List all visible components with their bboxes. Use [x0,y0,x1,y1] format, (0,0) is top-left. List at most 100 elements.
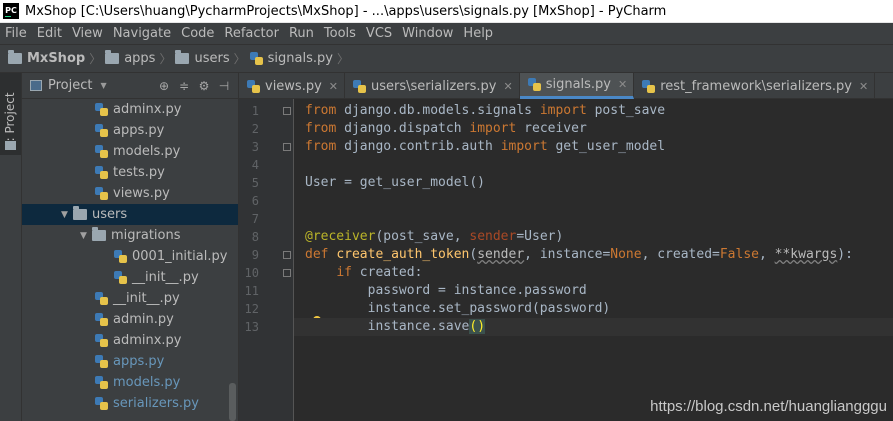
editor-tab-label: views.py [265,78,322,94]
close-icon[interactable]: ✕ [618,78,627,91]
line-number: 3 [251,140,259,154]
tree-file[interactable]: adminx.py [22,330,238,351]
menu-vcs[interactable]: VCS [361,26,397,41]
tree-item-label: users [92,207,128,222]
python-file-icon [114,271,127,284]
editor-tab[interactable]: rest_framework\serializers.py ✕ [634,73,876,99]
fold-marker-icon[interactable] [283,107,291,115]
fold-marker-icon[interactable] [283,251,291,259]
tree-file[interactable]: models.py [22,141,238,162]
project-tree-scrollbar[interactable] [229,383,236,421]
tree-folder[interactable]: ▼ users [22,204,238,225]
breadcrumb-item-project[interactable]: MxShop 〉 [8,50,105,67]
folder-icon [105,50,120,64]
python-file-icon [95,355,108,368]
python-file-icon [527,78,541,91]
breadcrumb-item-apps[interactable]: apps 〉 [105,50,175,67]
tree-item-label: models.py [113,375,181,390]
menu-window[interactable]: Window [397,26,458,41]
python-file-icon [95,145,108,158]
tree-file[interactable]: tests.py [22,162,238,183]
expand-arrow-icon[interactable]: ▼ [80,231,92,241]
menu-run[interactable]: Run [284,26,319,41]
menu-file[interactable]: File [0,26,32,41]
code-token: , created= [641,247,720,262]
line-number: 10 [244,266,259,280]
tree-item-label: models.py [113,144,181,159]
collapse-icon[interactable]: ≑ [174,79,194,93]
menu-view[interactable]: View [67,26,108,41]
project-panel: Project ▼ ⊕ ≑ ⚙ ⊣ adminx.py apps.py models… [22,73,239,421]
code-line: instance.save() [294,318,893,336]
breadcrumb-item-file[interactable]: signals.py 〉 [249,50,353,67]
code-token: import [539,103,595,118]
hide-icon[interactable]: ⊣ [214,79,234,93]
python-file-icon [95,124,108,137]
editor-tab[interactable]: signals.py ✕ [519,73,635,99]
tree-file[interactable]: views.py [22,183,238,204]
code-token: django.dispatch [344,121,470,136]
code-token: sender [469,229,517,244]
python-file-icon [95,313,108,326]
menu-help[interactable]: Help [458,26,498,41]
code-token: User = get_user_model() [305,175,486,190]
code-token: @receiver [305,229,376,244]
menu-refactor[interactable]: Refactor [219,26,284,41]
editor-tab[interactable]: views.py ✕ [239,73,346,99]
python-file-icon [95,397,108,410]
target-icon[interactable]: ⊕ [154,79,174,93]
tree-file[interactable]: adminx.py [22,99,238,120]
close-icon[interactable]: ✕ [859,80,868,93]
tree-folder[interactable]: ▼ migrations [22,225,238,246]
tree-file[interactable]: models.py [22,372,238,393]
menu-tools[interactable]: Tools [319,26,361,41]
project-view-selector[interactable]: Project [48,78,92,93]
tree-file[interactable]: apps.py [22,351,238,372]
chevron-down-icon[interactable]: ▼ [100,81,106,90]
line-number-gutter: 1 2 3 4 5 6 7 8 9 10 11 12 13 [239,99,321,421]
line-number: 12 [244,302,259,316]
python-file-icon [95,376,108,389]
tree-file[interactable]: serializers.py [22,393,238,414]
editor-tab-label: signals.py [545,77,611,92]
line-number: 13 [244,320,259,334]
tree-file[interactable]: __init__.py [22,267,238,288]
menu-edit[interactable]: Edit [32,26,67,41]
python-file-icon [642,79,656,93]
tree-file[interactable]: __init__.py [22,288,238,309]
menu-navigate[interactable]: Navigate [108,26,176,41]
tool-tab-project[interactable]: 1: Project [0,73,21,155]
code-area[interactable]: from django.db.models.signals import pos… [294,99,893,421]
code-token: import [500,139,556,154]
gear-icon[interactable]: ⚙ [194,79,214,93]
folder-icon [175,50,190,64]
tree-item-label: serializers.py [113,396,199,411]
code-line: User = get_user_model() [294,174,893,192]
folder-icon [5,141,16,150]
editor-tab-label: users\serializers.py [371,78,497,94]
breadcrumb-item-users[interactable]: users 〉 [175,50,249,67]
editor-tab[interactable]: users\serializers.py ✕ [345,73,520,99]
code-line: from django.dispatch import receiver [294,120,893,138]
fold-marker-icon[interactable] [283,269,291,277]
close-icon[interactable]: ✕ [503,80,512,93]
folder-icon [73,206,87,220]
code-token: instance.set_password(password) [305,301,611,316]
tree-file[interactable]: 0001_initial.py [22,246,238,267]
tree-file[interactable]: apps.py [22,120,238,141]
expand-arrow-icon[interactable]: ▼ [61,210,73,220]
fold-marker-icon[interactable] [283,143,291,151]
tree-file[interactable]: admin.py [22,309,238,330]
close-icon[interactable]: ✕ [329,80,338,93]
line-number: 2 [251,122,259,136]
python-file-icon [247,79,260,93]
python-file-icon [95,334,108,347]
watermark: https://blog.csdn.net/huangliangggu [650,398,887,415]
code-line: instance.set_password(password) [294,300,893,318]
code-token: None [610,247,642,262]
code-token: receiver [524,121,587,136]
line-number: 6 [251,194,259,208]
menu-code[interactable]: Code [176,26,219,41]
